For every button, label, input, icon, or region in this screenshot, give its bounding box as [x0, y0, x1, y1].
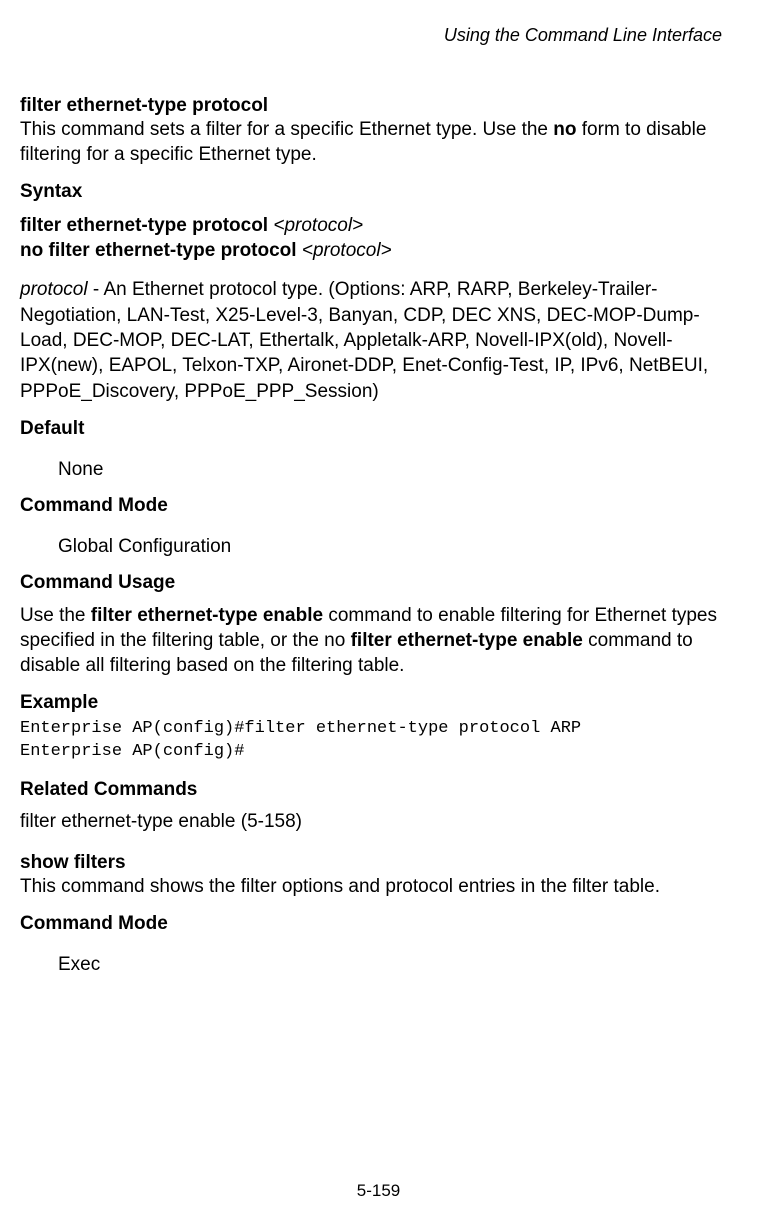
usage-heading: Command Usage — [20, 572, 722, 594]
protocol-desc-text: - An Ethernet protocol type. (Options: A… — [20, 279, 708, 402]
protocol-label: protocol — [20, 279, 88, 300]
default-heading: Default — [20, 418, 722, 440]
mode-value: Global Configuration — [58, 536, 722, 558]
related-value: filter ethernet-type enable (5-158) — [20, 811, 722, 833]
usage-b1: filter ethernet-type enable — [91, 605, 323, 626]
protocol-desc: protocol - An Ethernet protocol type. (O… — [20, 277, 722, 404]
example-heading: Example — [20, 692, 722, 714]
mode-heading: Command Mode — [20, 495, 722, 517]
cmd1-desc-bold: no — [553, 119, 576, 140]
default-value: None — [58, 459, 722, 481]
usage-b2: filter ethernet-type enable — [351, 630, 583, 651]
cmd1-title: filter ethernet-type protocol — [20, 95, 268, 116]
cmd2-mode-heading: Command Mode — [20, 913, 722, 935]
related-heading: Related Commands — [20, 779, 722, 801]
syntax-line2-bold: no filter ethernet-type protocol — [20, 240, 302, 261]
syntax-heading: Syntax — [20, 181, 722, 203]
syntax-line1-bold: filter ethernet-type protocol — [20, 215, 273, 236]
cmd2-intro: show filters This command shows the filt… — [20, 851, 722, 900]
usage-pre: Use the — [20, 605, 91, 626]
syntax-line1-ital: <protocol> — [273, 215, 363, 236]
cmd2-desc: This command shows the filter options an… — [20, 876, 660, 897]
cmd2-title: show filters — [20, 852, 126, 873]
running-header: Using the Command Line Interface — [20, 25, 722, 46]
page-number: 5-159 — [0, 1181, 757, 1201]
cmd1-intro: filter ethernet-type protocol This comma… — [20, 94, 722, 167]
syntax-block: filter ethernet-type protocol <protocol>… — [20, 213, 722, 263]
cmd2-mode-value: Exec — [58, 954, 722, 976]
usage-text: Use the filter ethernet-type enable comm… — [20, 604, 722, 678]
cmd1-desc-pre: This command sets a filter for a specifi… — [20, 119, 553, 140]
example-code: Enterprise AP(config)#filter ethernet-ty… — [20, 718, 722, 762]
syntax-line2-ital: <protocol> — [302, 240, 392, 261]
